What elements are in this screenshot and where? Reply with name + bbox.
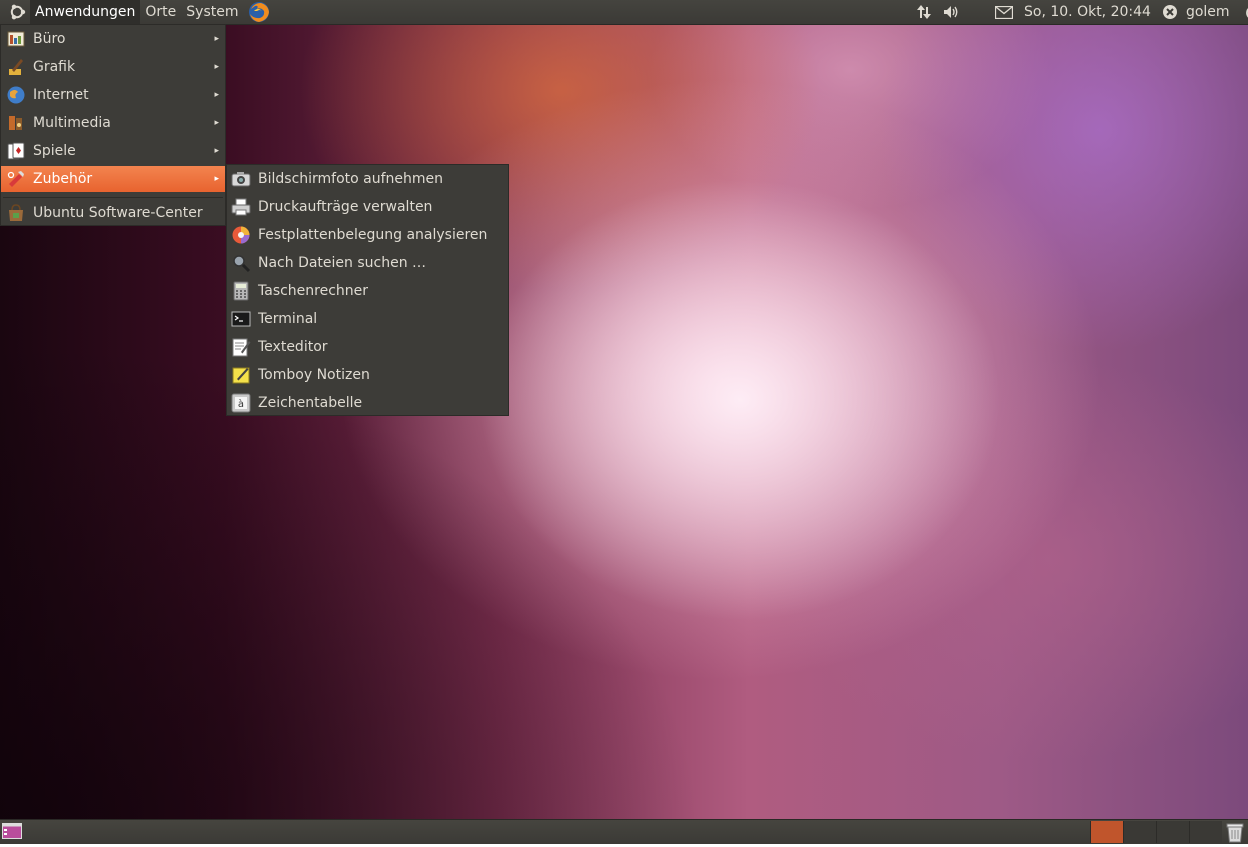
submenu-arrow-icon: ▸ [214, 174, 219, 184]
submenu-item-label: Bildschirmfoto aufnehmen [258, 171, 444, 187]
workspace-2[interactable] [1123, 821, 1156, 843]
menu-item-label: Büro [33, 31, 66, 47]
menu-separator [3, 197, 223, 198]
software-center-icon [6, 203, 26, 223]
accessories-icon [6, 169, 26, 189]
applications-menu: Büro ▸ Grafik ▸ Internet ▸ Multimedia ▸ [0, 24, 226, 226]
submenu-item-print-jobs[interactable]: Druckaufträge verwalten [227, 193, 508, 221]
menu-system[interactable]: System [181, 0, 243, 24]
submenu-item-text-editor[interactable]: Texteditor [227, 333, 508, 361]
submenu-item-label: Terminal [258, 311, 318, 327]
menu-item-software-center[interactable]: Ubuntu Software-Center [1, 200, 225, 226]
submenu-arrow-icon: ▸ [214, 146, 219, 156]
submenu-item-label: Zeichentabelle [258, 395, 363, 411]
submenu-item-label: Taschenrechner [258, 283, 369, 299]
menu-item-label: Ubuntu Software-Center [33, 205, 203, 221]
submenu-item-label: Texteditor [258, 339, 328, 355]
internet-icon [6, 85, 26, 105]
camera-icon [231, 169, 251, 189]
menu-item-office[interactable]: Büro ▸ [1, 26, 225, 52]
volume-icon[interactable] [938, 0, 966, 24]
submenu-arrow-icon: ▸ [214, 90, 219, 100]
trash-icon[interactable] [1225, 821, 1245, 843]
tomboy-notes-icon [231, 365, 251, 385]
submenu-item-label: Festplattenbelegung analysieren [258, 227, 488, 243]
menu-item-internet[interactable]: Internet ▸ [1, 82, 225, 108]
submenu-item-character-map[interactable]: à Zeichentabelle [227, 389, 508, 417]
workspace-1[interactable] [1090, 821, 1123, 843]
firefox-icon[interactable] [248, 1, 270, 23]
menu-item-label: Grafik [33, 59, 76, 75]
user-status-icon[interactable] [1161, 3, 1179, 21]
submenu-item-terminal[interactable]: Terminal [227, 305, 508, 333]
character-map-icon: à [231, 393, 251, 413]
submenu-item-label: Druckaufträge verwalten [258, 199, 433, 215]
submenu-item-search-files[interactable]: Nach Dateien suchen … [227, 249, 508, 277]
menu-item-graphics[interactable]: Grafik ▸ [1, 54, 225, 80]
graphics-icon [6, 57, 26, 77]
menu-item-label: Multimedia [33, 115, 111, 131]
network-icon[interactable] [912, 0, 936, 24]
menu-item-label: Zubehör [33, 171, 93, 187]
menu-item-games[interactable]: Spiele ▸ [1, 138, 225, 164]
submenu-arrow-icon: ▸ [214, 118, 219, 128]
terminal-icon [231, 309, 251, 329]
submenu-item-tomboy[interactable]: Tomboy Notizen [227, 361, 508, 389]
user-name[interactable]: golem [1186, 4, 1230, 20]
submenu-item-calculator[interactable]: Taschenrechner [227, 277, 508, 305]
multimedia-icon [6, 113, 26, 133]
search-icon [231, 253, 251, 273]
menu-item-label: Spiele [33, 143, 76, 159]
menu-applications[interactable]: Anwendungen [30, 0, 141, 24]
menu-places[interactable]: Orte [140, 0, 181, 24]
submenu-item-label: Tomboy Notizen [258, 367, 370, 383]
mail-icon[interactable] [990, 0, 1018, 24]
menu-item-multimedia[interactable]: Multimedia ▸ [1, 110, 225, 136]
clock[interactable]: So, 10. Okt, 20:44 [1024, 4, 1151, 20]
accessories-submenu: Bildschirmfoto aufnehmen Druckaufträge v… [226, 164, 509, 416]
workspace-3[interactable] [1156, 821, 1189, 843]
submenu-arrow-icon: ▸ [214, 62, 219, 72]
ubuntu-logo-icon[interactable] [6, 1, 28, 23]
power-icon[interactable] [1244, 3, 1248, 21]
office-icon [6, 29, 26, 49]
tray-area: So, 10. Okt, 20:44 golem [912, 0, 1248, 24]
submenu-item-label: Nach Dateien suchen … [258, 255, 427, 271]
submenu-arrow-icon: ▸ [214, 34, 219, 44]
games-icon [6, 141, 26, 161]
submenu-item-disk-usage[interactable]: Festplattenbelegung analysieren [227, 221, 508, 249]
show-desktop-icon[interactable] [2, 823, 22, 839]
text-editor-icon [231, 337, 251, 357]
bottom-panel [0, 819, 1248, 844]
disk-usage-icon [231, 225, 251, 245]
workspace-4[interactable] [1189, 821, 1222, 843]
calculator-icon [231, 281, 251, 301]
svg-text:à: à [238, 398, 244, 410]
submenu-item-screenshot[interactable]: Bildschirmfoto aufnehmen [227, 165, 508, 193]
menu-item-accessories[interactable]: Zubehör ▸ [1, 166, 225, 192]
top-panel: Anwendungen Orte System So, 10. Okt, 20:… [0, 0, 1248, 25]
printer-icon [231, 197, 251, 217]
menu-item-label: Internet [33, 87, 89, 103]
